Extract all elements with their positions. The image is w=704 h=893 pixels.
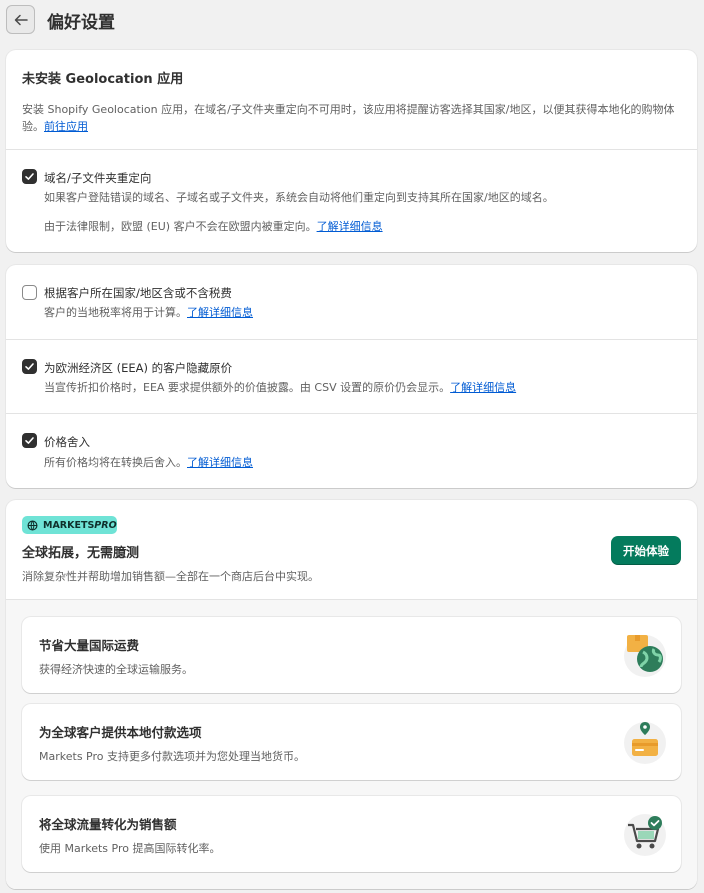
redirect-checkbox[interactable] xyxy=(22,169,37,184)
tax-desc: 客户的当地税率将用于计算。了解详细信息 xyxy=(44,306,253,319)
feature-title: 为全球客户提供本地付款选项 xyxy=(39,725,202,740)
markets-subtitle: 消除复杂性并帮助增加销售额—全部在一个商店后台中实现。 xyxy=(22,570,319,583)
divider xyxy=(6,413,697,414)
features-area: 节省大量国际运费 获得经济快速的全球运输服务。 为全球客户提供本地付款选项 Ma… xyxy=(6,599,697,889)
eea-desc: 当宣传折扣价格时，EEA 要求提供额外的价值披露。由 CSV 设置的原价仍会显示… xyxy=(44,381,517,394)
tax-learn-more-link[interactable]: 了解详细信息 xyxy=(187,306,253,319)
markets-pro-badge: MARKETS PRO xyxy=(22,516,117,534)
geolocation-card: 未安装 Geolocation 应用 安装 Shopify Geolocatio… xyxy=(6,50,697,252)
feature-card: 节省大量国际运费 获得经济快速的全球运输服务。 xyxy=(22,617,681,693)
go-to-app-link[interactable]: 前往应用 xyxy=(44,120,88,133)
round-checkbox[interactable] xyxy=(22,433,37,448)
shopping-cart-icon xyxy=(624,814,666,856)
feature-desc: 使用 Markets Pro 提高国际转化率。 xyxy=(39,842,221,855)
geolocation-desc-cont: 验。前往应用 xyxy=(22,120,88,133)
eea-learn-more-link[interactable]: 了解详细信息 xyxy=(450,381,516,394)
round-label: 价格舍入 xyxy=(44,435,90,449)
markets-pro-card: MARKETS PRO 全球拓展，无需臆测 消除复杂性并帮助增加销售额—全部在一个… xyxy=(6,500,697,889)
back-button[interactable] xyxy=(6,5,35,34)
redirect-desc: 如果客户登陆错误的域名、子域名或子文件夹，系统会自动将他们重定向到支持其所在国家… xyxy=(44,191,554,204)
eea-label: 为欧洲经济区 (EEA) 的客户隐藏原价 xyxy=(44,361,233,375)
tax-checkbox[interactable] xyxy=(22,285,37,300)
checkmark-icon xyxy=(25,363,34,370)
divider xyxy=(6,339,697,340)
redirect-label: 域名/子文件夹重定向 xyxy=(44,171,152,185)
geolocation-desc: 安装 Shopify Geolocation 应用，在域名/子文件夹重定向不可用… xyxy=(22,103,675,116)
feature-title: 节省大量国际运费 xyxy=(39,638,140,653)
feature-title: 将全球流量转化为销售额 xyxy=(39,817,177,832)
geolocation-title: 未安装 Geolocation 应用 xyxy=(22,72,184,87)
eea-checkbox[interactable] xyxy=(22,359,37,374)
badge-markets-text: MARKETS xyxy=(43,519,95,531)
feature-desc: 获得经济快速的全球运输服务。 xyxy=(39,663,193,676)
checkmark-icon xyxy=(25,437,34,444)
payment-card-icon xyxy=(624,722,666,764)
eu-note: 由于法律限制，欧盟 (EU) 客户不会在欧盟内被重定向。了解详细信息 xyxy=(44,220,383,233)
markets-title: 全球拓展，无需臆测 xyxy=(22,546,140,561)
checkmark-icon xyxy=(25,173,34,180)
feature-card: 将全球流量转化为销售额 使用 Markets Pro 提高国际转化率。 xyxy=(22,796,681,872)
round-learn-more-link[interactable]: 了解详细信息 xyxy=(187,456,253,469)
divider xyxy=(6,149,697,150)
globe-icon xyxy=(27,520,38,530)
start-trial-button[interactable]: 开始体验 xyxy=(611,536,681,565)
arrow-left-icon xyxy=(14,14,28,25)
round-desc: 所有价格均将在转换后舍入。了解详细信息 xyxy=(44,456,253,469)
shipping-globe-icon xyxy=(624,635,666,677)
badge-pro-text: PRO xyxy=(94,519,117,531)
eu-learn-more-link[interactable]: 了解详细信息 xyxy=(317,220,383,233)
page-title: 偏好设置 xyxy=(47,13,115,33)
tax-label: 根据客户所在国家/地区含或不含税费 xyxy=(44,286,232,300)
pricing-card: 根据客户所在国家/地区含或不含税费 客户的当地税率将用于计算。了解详细信息 为欧… xyxy=(6,265,697,488)
feature-card: 为全球客户提供本地付款选项 Markets Pro 支持更多付款选项并为您处理当… xyxy=(22,704,681,780)
feature-desc: Markets Pro 支持更多付款选项并为您处理当地货币。 xyxy=(39,750,305,763)
